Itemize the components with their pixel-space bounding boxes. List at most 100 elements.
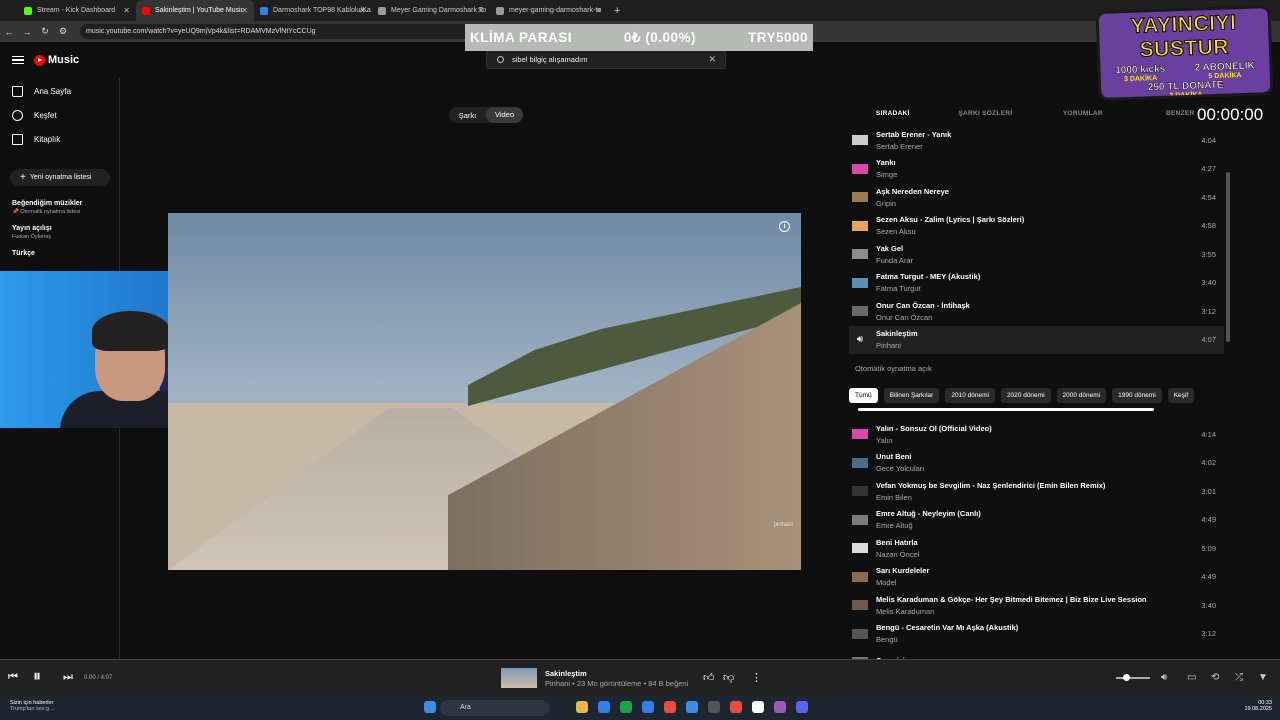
queue-item[interactable]: Aşk Nereden Nereye Gripin 4:54: [849, 183, 1224, 212]
search-input[interactable]: sibel bilgiç alışamadım ✕: [486, 50, 726, 69]
chrome-icon[interactable]: [664, 701, 676, 713]
queue-item[interactable]: Yak Gel Funda Arar 3:55: [849, 240, 1224, 269]
file-explorer-icon[interactable]: [576, 701, 588, 713]
song-video-toggle[interactable]: Şarkı Video: [449, 107, 523, 123]
queue-item[interactable]: Yankı Simge 4:27: [849, 155, 1224, 184]
toggle-song[interactable]: Şarkı: [449, 111, 486, 120]
close-tab-icon[interactable]: ✕: [241, 6, 248, 15]
dislike-icon[interactable]: 👎︎: [723, 671, 734, 684]
captions-icon[interactable]: ▭: [1187, 672, 1196, 683]
edge-icon[interactable]: [598, 701, 610, 713]
shuffle-icon[interactable]: ⤮: [1235, 672, 1243, 683]
repeat-icon[interactable]: ⟲: [1211, 672, 1219, 683]
playlist-list: Beğendiğim müzikler 📌 Otomatik oynatma l…: [0, 200, 119, 257]
app-icon[interactable]: [752, 701, 764, 713]
new-tab-icon[interactable]: +: [614, 5, 620, 17]
news-subtitle: Trump'tan ses g...: [10, 706, 54, 712]
queue-artist: Simge: [876, 170, 898, 180]
queue-duration: 4:27: [1201, 164, 1216, 174]
browser-tab[interactable]: Meyer Gaming Darmoshark To ✕: [372, 0, 490, 21]
browser-tab[interactable]: meyer-gaming-darmoshark-to ✕: [490, 0, 608, 21]
sidebar-item-explore[interactable]: Keşfet: [0, 103, 119, 127]
close-tab-icon[interactable]: ✕: [123, 6, 130, 15]
menu-icon[interactable]: [12, 54, 24, 67]
queue-item[interactable]: Bengü - Cesaretin Var Mı Aşka (Akustik) B…: [849, 620, 1224, 649]
volume-icon[interactable]: 🔊︎: [1161, 672, 1167, 683]
queue-artist: Melis Karaduman: [876, 606, 935, 616]
filter-chip[interactable]: 2000 dönemi: [1056, 388, 1107, 403]
filter-chip[interactable]: Bilinen Şarkılar: [883, 388, 940, 403]
queue-item[interactable]: Sertab Erener - Yanık Sertab Erener 4:04: [849, 126, 1224, 155]
filter-chip[interactable]: 2010 dönemi: [945, 388, 995, 403]
pause-icon[interactable]: ⏸: [33, 668, 41, 686]
up-next-list: Sertab Erener - Yanık Sertab Erener 4:04 Ya…: [849, 126, 1224, 354]
site-settings-icon[interactable]: ⚙: [54, 26, 72, 37]
playlist-title: Yayın açılışı: [12, 225, 52, 232]
new-playlist-button[interactable]: + Yeni oynatma listesi: [10, 169, 110, 186]
discord-icon[interactable]: [796, 701, 808, 713]
ytm-logo[interactable]: Music: [34, 54, 79, 66]
player-bar: ⏮ ⏸ ⏭ 0:00 / 4:07 Sakinleştim Pinhani • …: [0, 660, 1280, 696]
volume-slider[interactable]: [1116, 674, 1150, 681]
filter-chip[interactable]: 1990 dönemi: [1112, 388, 1162, 403]
queue-item[interactable]: Yalın - Sonsuz Ol (Official Video) Yalın 4…: [849, 420, 1224, 449]
taskbar-search[interactable]: Ara: [440, 700, 550, 716]
queue-title: Onur Can Özcan - İntihaşk: [876, 300, 970, 310]
queue-item[interactable]: Emre Altuğ - Neyleyim (Canlı) Emre Altuğ 4…: [849, 506, 1224, 535]
playlist-item[interactable]: Türkçe: [12, 250, 119, 257]
playlist-item[interactable]: Yayın açılışı Furkan Öykereş: [12, 225, 119, 240]
sidebar-item-library[interactable]: Kitaplık: [0, 127, 119, 151]
forward-icon[interactable]: →: [18, 27, 36, 37]
next-icon[interactable]: ⏭: [63, 671, 73, 684]
close-tab-icon[interactable]: ✕: [595, 6, 602, 15]
chips-scrollbar[interactable]: [858, 408, 1154, 411]
more-icon[interactable]: ⋮: [751, 671, 762, 684]
sidebar-item-label: Ana Sayfa: [34, 86, 71, 96]
filter-chip[interactable]: 2020 dönemi: [1000, 388, 1051, 403]
queue-item[interactable]: Fatma Turgut - MEY (Akustik) Fatma Turgut…: [849, 269, 1224, 298]
browser-tab[interactable]: Sakinleştim | YouTube Music ✕: [136, 0, 254, 21]
system-clock[interactable]: 00:33 19.08.2025: [1244, 700, 1272, 712]
challenge-title: YAYINCIYI SUSTUR: [1130, 11, 1237, 62]
now-playing-thumbnail[interactable]: [501, 668, 537, 688]
close-tab-icon[interactable]: ✕: [359, 6, 366, 15]
volume-knob[interactable]: [1123, 674, 1130, 681]
queue-item[interactable]: Sezen Aksu - Zalim (Lyrics | Şarkı Sözle…: [849, 212, 1224, 241]
queue-title: Vefan Yokmuş be Sevgilim - Naz Şenlendir…: [876, 480, 1106, 490]
queue-item[interactable]: 🔊︎ Sakinleştim Pinhani 4:07: [849, 325, 1224, 354]
previous-icon[interactable]: ⏮: [8, 671, 18, 684]
queue-item[interactable]: Onur Can Özcan - İntihaşk Onur Can Özcan 3…: [849, 297, 1224, 326]
now-playing-title[interactable]: Sakinleştim: [545, 669, 587, 678]
video-player[interactable]: i pinhani: [168, 213, 801, 570]
news-widget[interactable]: Sizin için haberler Trump'tan ses g...: [10, 700, 54, 712]
browser-tab[interactable]: Darmoshark TOP98 Kablolu/Ka ✕: [254, 0, 372, 21]
store-icon[interactable]: [620, 701, 632, 713]
url-field[interactable]: music.youtube.com/watch?v=yeUQ9mjVp4k&li…: [80, 24, 520, 39]
toggle-video[interactable]: Video: [486, 107, 523, 123]
clear-search-icon[interactable]: ✕: [708, 54, 716, 65]
filter-chip[interactable]: Keşif: [1167, 388, 1195, 403]
expand-icon[interactable]: ▼: [1258, 672, 1268, 683]
info-icon[interactable]: i: [779, 221, 790, 232]
sidebar-item-home[interactable]: Ana Sayfa: [0, 79, 119, 103]
app-icon[interactable]: [730, 701, 742, 713]
steam-icon[interactable]: [708, 701, 720, 713]
start-icon[interactable]: [424, 701, 436, 713]
queue-scrollbar[interactable]: [1226, 172, 1230, 342]
filter-chip[interactable]: Tümü: [849, 388, 878, 403]
queue-item[interactable]: Sarı Kurdeleler Model 4:49: [849, 563, 1224, 592]
queue-item[interactable]: Vefan Yokmuş be Sevgilim - Naz Şenlendir…: [849, 477, 1224, 506]
like-icon[interactable]: 👍︎: [703, 671, 715, 684]
close-tab-icon[interactable]: ✕: [477, 6, 484, 15]
queue-item[interactable]: Beni Hatırla Nazan Öncel 5:09: [849, 534, 1224, 563]
xbox-icon[interactable]: [642, 701, 654, 713]
queue-item[interactable]: Unut Beni Gece Yolcuları 4:02: [849, 449, 1224, 478]
playlist-item[interactable]: Beğendiğim müzikler 📌 Otomatik oynatma l…: [12, 200, 119, 215]
app-icon[interactable]: [686, 701, 698, 713]
app-icon[interactable]: [774, 701, 786, 713]
back-icon[interactable]: ←: [0, 27, 18, 37]
queue-item[interactable]: Melis Karaduman & Gökçe- Her Şey Bitmedi…: [849, 591, 1224, 620]
queue-thumbnail: [852, 571, 868, 582]
reload-icon[interactable]: ↻: [36, 26, 54, 37]
browser-tab[interactable]: Stream - Kick Dashboard ✕: [18, 0, 136, 21]
